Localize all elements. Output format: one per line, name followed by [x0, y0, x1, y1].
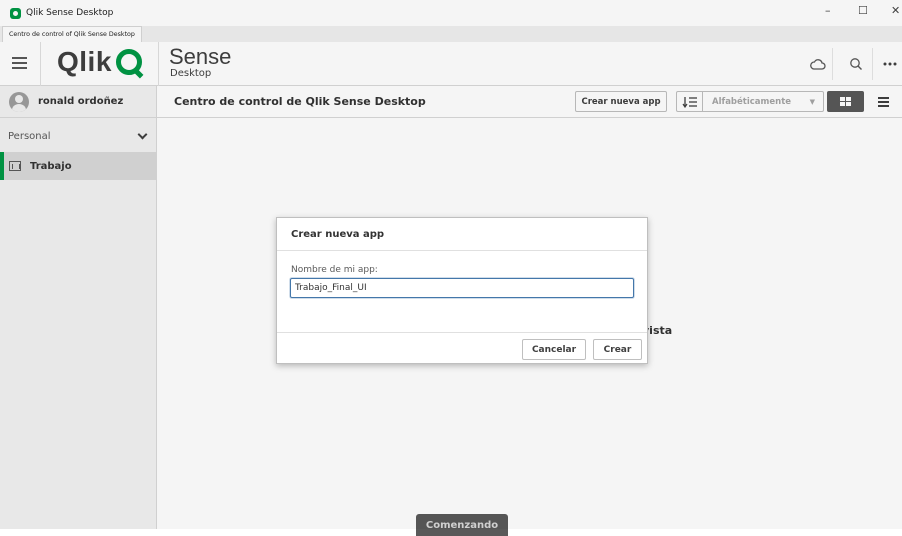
cancel-button[interactable]: Cancelar [522, 339, 586, 360]
app-name-label: Nombre de mi app: [291, 265, 378, 275]
create-button[interactable]: Crear [593, 339, 642, 360]
dialog-divider [277, 250, 647, 251]
dialog-title: Crear nueva app [291, 229, 385, 240]
app-name-input[interactable] [290, 278, 634, 298]
create-app-dialog: Crear nueva app Nombre de mi app: Cancel… [276, 217, 648, 364]
dialog-divider [277, 332, 647, 333]
